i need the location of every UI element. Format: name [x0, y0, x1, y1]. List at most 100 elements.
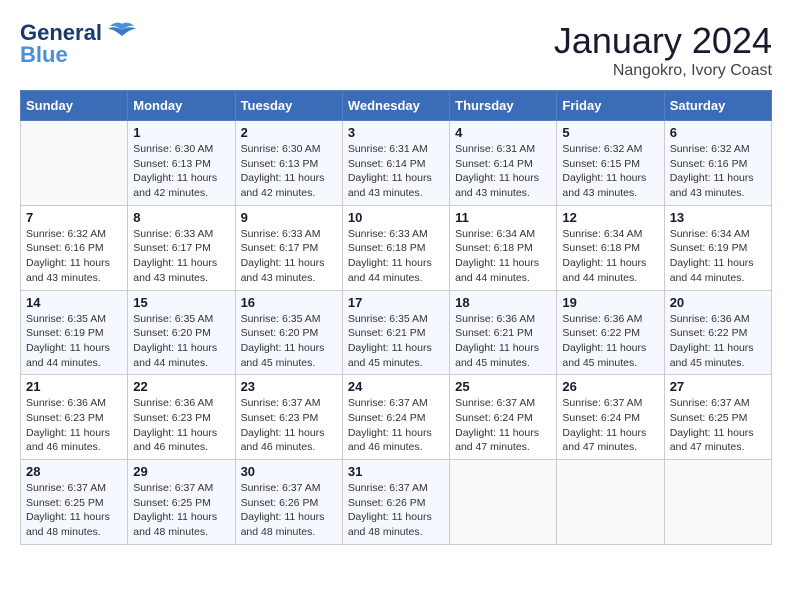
day-number: 19 — [562, 295, 658, 310]
header-sunday: Sunday — [21, 91, 128, 121]
calendar-cell: 3 Sunrise: 6:31 AMSunset: 6:14 PMDaylight… — [342, 121, 449, 206]
day-detail: Sunrise: 6:30 AMSunset: 6:13 PMDaylight:… — [133, 142, 229, 201]
calendar-cell: 26Sunrise: 6:37 AMSunset: 6:24 PMDayligh… — [557, 375, 664, 460]
day-detail: Sunrise: 6:36 AMSunset: 6:21 PMDaylight:… — [455, 312, 551, 371]
calendar-cell — [664, 460, 771, 545]
calendar-week-row: 28 Sunrise: 6:37 AMSunset: 6:25 PMDayligh… — [21, 460, 772, 545]
day-number: 29 — [133, 464, 229, 479]
calendar-cell: 10 Sunrise: 6:33 AMSunset: 6:18 PMDayligh… — [342, 205, 449, 290]
calendar-cell: 19 Sunrise: 6:36 AMSunset: 6:22 PMDayligh… — [557, 290, 664, 375]
calendar-cell: 21 Sunrise: 6:36 AMSunset: 6:23 PMDayligh… — [21, 375, 128, 460]
day-number: 27 — [670, 379, 766, 394]
day-number: 3 — [348, 125, 444, 140]
calendar-cell — [557, 460, 664, 545]
calendar-cell: 15 Sunrise: 6:35 AMSunset: 6:20 PMDayligh… — [128, 290, 235, 375]
calendar-cell: 1 Sunrise: 6:30 AMSunset: 6:13 PMDaylight… — [128, 121, 235, 206]
day-detail: Sunrise: 6:36 AMSunset: 6:22 PMDaylight:… — [562, 312, 658, 371]
day-number: 15 — [133, 295, 229, 310]
calendar-week-row: 14Sunrise: 6:35 AMSunset: 6:19 PMDayligh… — [21, 290, 772, 375]
day-detail: Sunrise: 6:31 AMSunset: 6:14 PMDaylight:… — [348, 142, 444, 201]
calendar-cell: 20 Sunrise: 6:36 AMSunset: 6:22 PMDayligh… — [664, 290, 771, 375]
logo: General Blue — [20, 20, 136, 68]
day-number: 2 — [241, 125, 337, 140]
day-detail: Sunrise: 6:35 AMSunset: 6:20 PMDaylight:… — [241, 312, 337, 371]
day-number: 20 — [670, 295, 766, 310]
calendar-cell: 5 Sunrise: 6:32 AMSunset: 6:15 PMDaylight… — [557, 121, 664, 206]
calendar-cell: 23 Sunrise: 6:37 AMSunset: 6:23 PMDayligh… — [235, 375, 342, 460]
day-detail: Sunrise: 6:35 AMSunset: 6:20 PMDaylight:… — [133, 312, 229, 371]
day-detail: Sunrise: 6:37 AMSunset: 6:26 PMDaylight:… — [241, 481, 337, 540]
day-number: 24 — [348, 379, 444, 394]
title-block: January 2024 Nangokro, Ivory Coast — [554, 20, 772, 80]
day-detail: Sunrise: 6:33 AMSunset: 6:18 PMDaylight:… — [348, 227, 444, 286]
day-number: 30 — [241, 464, 337, 479]
day-detail: Sunrise: 6:37 AMSunset: 6:24 PMDaylight:… — [455, 396, 551, 455]
calendar-cell: 27 Sunrise: 6:37 AMSunset: 6:25 PMDayligh… — [664, 375, 771, 460]
day-number: 14 — [26, 295, 122, 310]
calendar-cell: 13Sunrise: 6:34 AMSunset: 6:19 PMDayligh… — [664, 205, 771, 290]
day-number: 17 — [348, 295, 444, 310]
day-number: 11 — [455, 210, 551, 225]
day-number: 31 — [348, 464, 444, 479]
calendar-cell: 16 Sunrise: 6:35 AMSunset: 6:20 PMDayligh… — [235, 290, 342, 375]
day-detail: Sunrise: 6:35 AMSunset: 6:21 PMDaylight:… — [348, 312, 444, 371]
calendar-cell: 14Sunrise: 6:35 AMSunset: 6:19 PMDayligh… — [21, 290, 128, 375]
day-detail: Sunrise: 6:37 AMSunset: 6:23 PMDaylight:… — [241, 396, 337, 455]
calendar-cell: 30 Sunrise: 6:37 AMSunset: 6:26 PMDayligh… — [235, 460, 342, 545]
day-detail: Sunrise: 6:30 AMSunset: 6:13 PMDaylight:… — [241, 142, 337, 201]
day-detail: Sunrise: 6:37 AMSunset: 6:25 PMDaylight:… — [670, 396, 766, 455]
day-detail: Sunrise: 6:36 AMSunset: 6:23 PMDaylight:… — [26, 396, 122, 455]
day-number: 23 — [241, 379, 337, 394]
day-number: 4 — [455, 125, 551, 140]
day-number: 21 — [26, 379, 122, 394]
day-number: 28 — [26, 464, 122, 479]
day-number: 18 — [455, 295, 551, 310]
day-number: 5 — [562, 125, 658, 140]
day-detail: Sunrise: 6:36 AMSunset: 6:22 PMDaylight:… — [670, 312, 766, 371]
day-detail: Sunrise: 6:37 AMSunset: 6:25 PMDaylight:… — [133, 481, 229, 540]
calendar-cell: 31 Sunrise: 6:37 AMSunset: 6:26 PMDayligh… — [342, 460, 449, 545]
day-detail: Sunrise: 6:34 AMSunset: 6:18 PMDaylight:… — [562, 227, 658, 286]
day-detail: Sunrise: 6:31 AMSunset: 6:14 PMDaylight:… — [455, 142, 551, 201]
calendar-week-row: 7Sunrise: 6:32 AMSunset: 6:16 PMDaylight… — [21, 205, 772, 290]
logo-blue-text: Blue — [20, 42, 68, 68]
page-header: General Blue January 2024 Nangokro, Ivor… — [20, 20, 772, 80]
day-detail: Sunrise: 6:32 AMSunset: 6:16 PMDaylight:… — [670, 142, 766, 201]
calendar-cell: 28 Sunrise: 6:37 AMSunset: 6:25 PMDayligh… — [21, 460, 128, 545]
day-detail: Sunrise: 6:32 AMSunset: 6:15 PMDaylight:… — [562, 142, 658, 201]
calendar-cell: 25Sunrise: 6:37 AMSunset: 6:24 PMDayligh… — [450, 375, 557, 460]
logo-bird-icon — [108, 22, 136, 44]
day-number: 8 — [133, 210, 229, 225]
calendar-cell: 29 Sunrise: 6:37 AMSunset: 6:25 PMDayligh… — [128, 460, 235, 545]
calendar-cell: 9Sunrise: 6:33 AMSunset: 6:17 PMDaylight… — [235, 205, 342, 290]
month-title: January 2024 — [554, 20, 772, 62]
day-detail: Sunrise: 6:32 AMSunset: 6:16 PMDaylight:… — [26, 227, 122, 286]
day-number: 6 — [670, 125, 766, 140]
calendar-cell: 18 Sunrise: 6:36 AMSunset: 6:21 PMDayligh… — [450, 290, 557, 375]
day-number: 1 — [133, 125, 229, 140]
day-detail: Sunrise: 6:37 AMSunset: 6:24 PMDaylight:… — [348, 396, 444, 455]
calendar-cell — [21, 121, 128, 206]
day-detail: Sunrise: 6:37 AMSunset: 6:26 PMDaylight:… — [348, 481, 444, 540]
day-detail: Sunrise: 6:34 AMSunset: 6:18 PMDaylight:… — [455, 227, 551, 286]
calendar-cell: 17 Sunrise: 6:35 AMSunset: 6:21 PMDayligh… — [342, 290, 449, 375]
calendar-table: SundayMondayTuesdayWednesdayThursdayFrid… — [20, 90, 772, 545]
header-wednesday: Wednesday — [342, 91, 449, 121]
calendar-week-row: 1 Sunrise: 6:30 AMSunset: 6:13 PMDaylight… — [21, 121, 772, 206]
day-number: 12 — [562, 210, 658, 225]
day-number: 13 — [670, 210, 766, 225]
day-number: 16 — [241, 295, 337, 310]
calendar-cell: 12 Sunrise: 6:34 AMSunset: 6:18 PMDayligh… — [557, 205, 664, 290]
calendar-header-row: SundayMondayTuesdayWednesdayThursdayFrid… — [21, 91, 772, 121]
calendar-cell: 22Sunrise: 6:36 AMSunset: 6:23 PMDayligh… — [128, 375, 235, 460]
header-saturday: Saturday — [664, 91, 771, 121]
day-number: 26 — [562, 379, 658, 394]
day-number: 9 — [241, 210, 337, 225]
calendar-week-row: 21 Sunrise: 6:36 AMSunset: 6:23 PMDayligh… — [21, 375, 772, 460]
header-thursday: Thursday — [450, 91, 557, 121]
day-detail: Sunrise: 6:33 AMSunset: 6:17 PMDaylight:… — [133, 227, 229, 286]
day-number: 10 — [348, 210, 444, 225]
day-detail: Sunrise: 6:37 AMSunset: 6:25 PMDaylight:… — [26, 481, 122, 540]
calendar-cell: 8 Sunrise: 6:33 AMSunset: 6:17 PMDaylight… — [128, 205, 235, 290]
header-monday: Monday — [128, 91, 235, 121]
